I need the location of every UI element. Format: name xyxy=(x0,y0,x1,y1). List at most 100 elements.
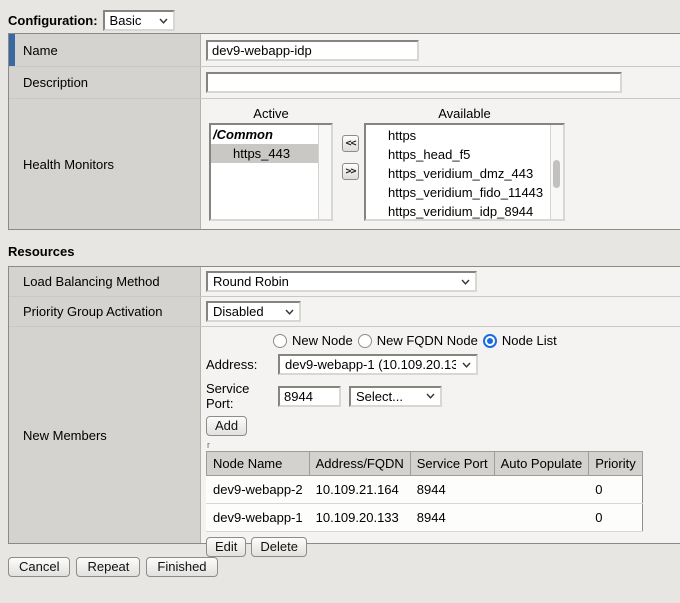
column-header-address[interactable]: Address/FQDN xyxy=(309,452,410,476)
load-balancing-select-value: Round Robin xyxy=(213,274,455,289)
load-balancing-label: Load Balancing Method xyxy=(23,274,160,289)
member-address: 10.109.21.164 xyxy=(309,476,410,504)
configuration-label: Configuration: xyxy=(8,13,98,28)
health-monitors-value-cell: Active /Common https_443 << >> Available… xyxy=(201,99,680,229)
description-row: Description xyxy=(9,67,680,99)
priority-group-row: Priority Group Activation Disabled xyxy=(9,297,680,327)
available-monitor-item[interactable]: https_head_f5 xyxy=(366,145,563,164)
available-monitor-item[interactable]: https_veridium_fido_11443 xyxy=(366,183,563,202)
add-button[interactable]: Add xyxy=(206,416,247,436)
radio-new-node[interactable] xyxy=(273,334,287,348)
active-monitors-group: Active /Common https_443 xyxy=(209,105,333,221)
configuration-select[interactable]: Basic xyxy=(103,10,175,31)
column-header-auto-populate[interactable]: Auto Populate xyxy=(494,452,589,476)
partition-group-label: /Common xyxy=(211,126,331,144)
chevron-down-icon xyxy=(285,309,294,315)
member-node-name: dev9-webapp-2 xyxy=(207,476,310,504)
description-input[interactable] xyxy=(206,72,622,93)
move-to-available-button[interactable]: >> xyxy=(342,163,359,180)
available-monitor-item[interactable]: https_veridium_idp_8944 xyxy=(366,202,563,221)
new-members-label: New Members xyxy=(23,428,107,443)
health-monitors-row: Health Monitors Active /Common https_443… xyxy=(9,99,680,229)
available-list-label: Available xyxy=(364,105,565,123)
name-label-cell: Name xyxy=(9,34,201,66)
description-label-cell: Description xyxy=(9,67,201,98)
name-input[interactable] xyxy=(206,40,419,61)
port-select[interactable]: Select... xyxy=(349,386,442,407)
active-list-scrollbar[interactable] xyxy=(318,125,331,219)
move-to-active-button[interactable]: << xyxy=(342,135,359,152)
member-auto-populate xyxy=(494,504,589,532)
cancel-button[interactable]: Cancel xyxy=(8,557,70,577)
available-monitors-listbox[interactable]: https https_head_f5 https_veridium_dmz_4… xyxy=(364,123,565,221)
load-balancing-label-cell: Load Balancing Method xyxy=(9,267,201,296)
column-header-service-port[interactable]: Service Port xyxy=(410,452,494,476)
address-line: Address: dev9-webapp-1 (10.109.20.133) xyxy=(206,354,478,375)
member-row[interactable]: dev9-webapp-1 10.109.20.133 8944 0 xyxy=(207,504,643,532)
edit-button[interactable]: Edit xyxy=(206,537,246,557)
scrollbar-thumb[interactable] xyxy=(553,160,560,188)
member-actions: Edit Delete xyxy=(206,537,307,557)
member-node-name: dev9-webapp-1 xyxy=(207,504,310,532)
load-balancing-value-cell: Round Robin xyxy=(201,267,680,296)
chevron-down-icon xyxy=(159,18,168,24)
load-balancing-select[interactable]: Round Robin xyxy=(206,271,477,292)
configuration-bar: Configuration: Basic xyxy=(8,10,175,31)
member-service-port: 8944 xyxy=(410,504,494,532)
available-monitor-item[interactable]: https_veridium_dmz_443 xyxy=(366,164,563,183)
name-label: Name xyxy=(23,43,58,58)
priority-group-label: Priority Group Activation xyxy=(23,304,162,319)
member-row[interactable]: dev9-webapp-2 10.109.21.164 8944 0 xyxy=(207,476,643,504)
chevron-down-icon xyxy=(461,279,470,285)
radio-node-list[interactable] xyxy=(483,334,497,348)
member-service-port: 8944 xyxy=(410,476,494,504)
health-monitors-label: Health Monitors xyxy=(23,157,114,172)
member-priority: 0 xyxy=(589,476,642,504)
repeat-button[interactable]: Repeat xyxy=(76,557,140,577)
member-address: 10.109.20.133 xyxy=(309,504,410,532)
transfer-buttons: << >> xyxy=(342,135,359,221)
service-port-input[interactable] xyxy=(278,386,341,407)
priority-group-select-value: Disabled xyxy=(213,304,279,319)
load-balancing-row: Load Balancing Method Round Robin xyxy=(9,267,680,297)
active-monitors-listbox[interactable]: /Common https_443 xyxy=(209,123,333,221)
stray-text: r xyxy=(207,441,210,449)
address-label: Address: xyxy=(206,357,278,372)
radio-node-list-label[interactable]: Node List xyxy=(502,333,557,348)
required-marker xyxy=(9,34,15,66)
available-monitors-group: Available https https_head_f5 https_veri… xyxy=(364,105,565,221)
new-members-label-cell: New Members xyxy=(9,327,201,543)
member-type-radio-group: New Node New FQDN Node Node List xyxy=(273,333,557,348)
radio-new-fqdn-node-label[interactable]: New FQDN Node xyxy=(377,333,478,348)
address-select[interactable]: dev9-webapp-1 (10.109.20.133) xyxy=(278,354,478,375)
column-header-priority[interactable]: Priority xyxy=(589,452,642,476)
resources-section-title: Resources xyxy=(8,244,74,259)
priority-group-select[interactable]: Disabled xyxy=(206,301,301,322)
available-monitor-item[interactable]: https xyxy=(366,126,563,145)
priority-group-label-cell: Priority Group Activation xyxy=(9,297,201,326)
priority-group-value-cell: Disabled xyxy=(201,297,680,326)
address-select-value: dev9-webapp-1 (10.109.20.133) xyxy=(285,357,456,372)
radio-new-node-label[interactable]: New Node xyxy=(292,333,353,348)
configuration-select-value: Basic xyxy=(110,13,153,28)
form-actions: Cancel Repeat Finished xyxy=(8,557,218,577)
members-table: Node Name Address/FQDN Service Port Auto… xyxy=(206,451,643,532)
new-members-row: New Members New Node New FQDN Node Node … xyxy=(9,327,680,543)
available-list-scrollbar[interactable] xyxy=(550,125,563,219)
members-table-header-row: Node Name Address/FQDN Service Port Auto… xyxy=(207,452,643,476)
delete-button[interactable]: Delete xyxy=(251,537,307,557)
chevron-down-icon xyxy=(426,393,435,399)
configuration-table: Name Description Health Monitors Active … xyxy=(8,33,680,230)
active-list-label: Active xyxy=(209,105,333,123)
resources-table: Load Balancing Method Round Robin Priori… xyxy=(8,266,680,544)
service-port-label: Service Port: xyxy=(206,381,278,411)
service-port-line: Service Port: Select... xyxy=(206,381,442,411)
member-priority: 0 xyxy=(589,504,642,532)
name-row: Name xyxy=(9,34,680,67)
active-monitor-item[interactable]: https_443 xyxy=(211,144,318,163)
finished-button[interactable]: Finished xyxy=(146,557,217,577)
column-header-node-name[interactable]: Node Name xyxy=(207,452,310,476)
name-value-cell xyxy=(201,34,680,66)
new-members-value-cell: New Node New FQDN Node Node List Address… xyxy=(201,327,680,543)
radio-new-fqdn-node[interactable] xyxy=(358,334,372,348)
